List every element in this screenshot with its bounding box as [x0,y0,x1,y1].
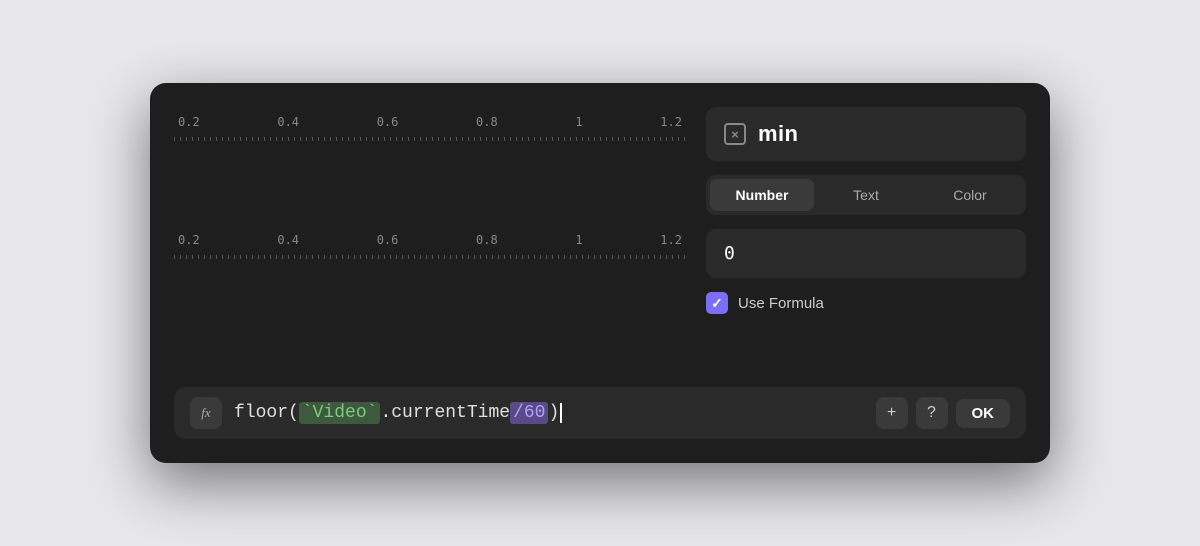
checkmark-icon: ✓ [711,295,723,312]
value-input-box[interactable]: 0 [706,229,1026,278]
tab-text[interactable]: Text [814,179,918,211]
field-name-label: min [758,121,798,147]
tick2-0-4: 0.4 [277,233,299,247]
formula-video-str: `Video` [299,402,381,424]
tick-0-8: 0.8 [476,115,498,129]
tick-0-6: 0.6 [377,115,399,129]
tick2-0-8: 0.8 [476,233,498,247]
tab-number[interactable]: Number [710,179,814,211]
modal-body: 0.2 0.4 0.6 0.8 1 1.2 0.2 0.4 0.6 0.8 [150,83,1050,371]
value-display: 0 [724,243,735,264]
tick-1-2: 1.2 [660,115,682,129]
formula-divisor: /60 [510,402,548,424]
ruler-labels-bottom: 0.2 0.4 0.6 0.8 1 1.2 [174,233,686,247]
formula-content[interactable]: floor(`Video`.currentTime/60) [234,402,864,424]
ruler-top: 0.2 0.4 0.6 0.8 1 1.2 [174,115,686,141]
field-icon-symbol: × [731,127,739,142]
ruler-dots-bottom [174,255,686,259]
type-tabs: Number Text Color [706,175,1026,215]
tab-color[interactable]: Color [918,179,1022,211]
formula-help-button[interactable]: ? [916,397,948,429]
tick-0-4: 0.4 [277,115,299,129]
tick-0-2: 0.2 [178,115,200,129]
formula-bar: fx floor(`Video`.currentTime/60) + ? OK [174,387,1026,439]
use-formula-row: ✓ Use Formula [706,292,1026,314]
tick-1: 1 [575,115,582,129]
tick2-0-2: 0.2 [178,233,200,247]
use-formula-label: Use Formula [738,295,824,312]
left-panel: 0.2 0.4 0.6 0.8 1 1.2 0.2 0.4 0.6 0.8 [174,107,686,371]
ruler-dots-top [174,137,686,141]
formula-current-time: .currentTime [380,403,510,423]
field-icon: × [724,123,746,145]
tick2-1-2: 1.2 [660,233,682,247]
field-name-box: × min [706,107,1026,161]
ruler-bottom: 0.2 0.4 0.6 0.8 1 1.2 [174,233,686,259]
right-panel: × min Number Text Color 0 [706,107,1026,371]
modal: 0.2 0.4 0.6 0.8 1 1.2 0.2 0.4 0.6 0.8 [150,83,1050,463]
formula-plain-end: ) [548,403,559,423]
tick2-0-6: 0.6 [377,233,399,247]
formula-add-button[interactable]: + [876,397,908,429]
ok-button[interactable]: OK [956,399,1011,428]
formula-plain-start: floor( [234,403,299,423]
formula-actions: + ? OK [876,397,1011,429]
formula-cursor [560,403,562,423]
ruler-labels-top: 0.2 0.4 0.6 0.8 1 1.2 [174,115,686,129]
tick2-1: 1 [575,233,582,247]
use-formula-checkbox[interactable]: ✓ [706,292,728,314]
formula-icon: fx [190,397,222,429]
